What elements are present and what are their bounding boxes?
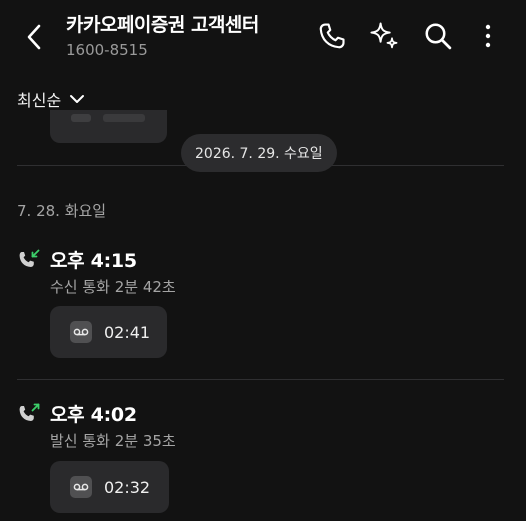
back-button[interactable] [20, 22, 48, 52]
outgoing-call-icon [19, 403, 40, 421]
call-description: 발신 통화 2분 35초 [50, 432, 176, 450]
call-description: 수신 통화 2분 42초 [50, 278, 176, 296]
recording-card[interactable]: 02:32 [50, 461, 169, 513]
call-time: 오후 4:15 [50, 250, 137, 272]
recording-duration: 02:32 [104, 477, 151, 497]
search-icon [425, 23, 452, 50]
search-button[interactable] [422, 18, 454, 54]
recording-duration: 02:41 [104, 322, 151, 342]
ai-sparkle-button[interactable] [368, 18, 400, 54]
sort-dropdown[interactable]: 최신순 [17, 87, 85, 111]
call-history-screen: 카카오페이증권 고객센터 1600-8515 최신순 2026. 7. 29. … [0, 0, 526, 521]
more-vertical-icon [485, 24, 491, 48]
recording-card[interactable]: 02:41 [50, 306, 167, 358]
more-options-button[interactable] [472, 18, 504, 54]
contact-title: 카카오페이증권 고객센터 [66, 14, 259, 36]
day-label: 7. 28. 화요일 [17, 202, 107, 220]
sort-label: 최신순 [17, 91, 62, 110]
recording-card-partial[interactable] [50, 110, 167, 143]
section-divider [17, 379, 504, 380]
call-button[interactable] [316, 18, 348, 54]
back-arrow-icon [27, 24, 41, 50]
chevron-down-icon [70, 95, 85, 103]
date-header-pill: 2026. 7. 29. 수요일 [181, 134, 337, 172]
sparkle-icon [370, 22, 398, 49]
incoming-call-icon [19, 249, 40, 267]
phone-icon [319, 23, 345, 49]
recording-duration-partial [103, 114, 145, 122]
voicemail-icon [70, 321, 92, 343]
voicemail-icon [71, 114, 91, 122]
call-time: 오후 4:02 [50, 404, 137, 426]
contact-phone-number: 1600-8515 [66, 41, 148, 59]
voicemail-icon [70, 476, 92, 498]
